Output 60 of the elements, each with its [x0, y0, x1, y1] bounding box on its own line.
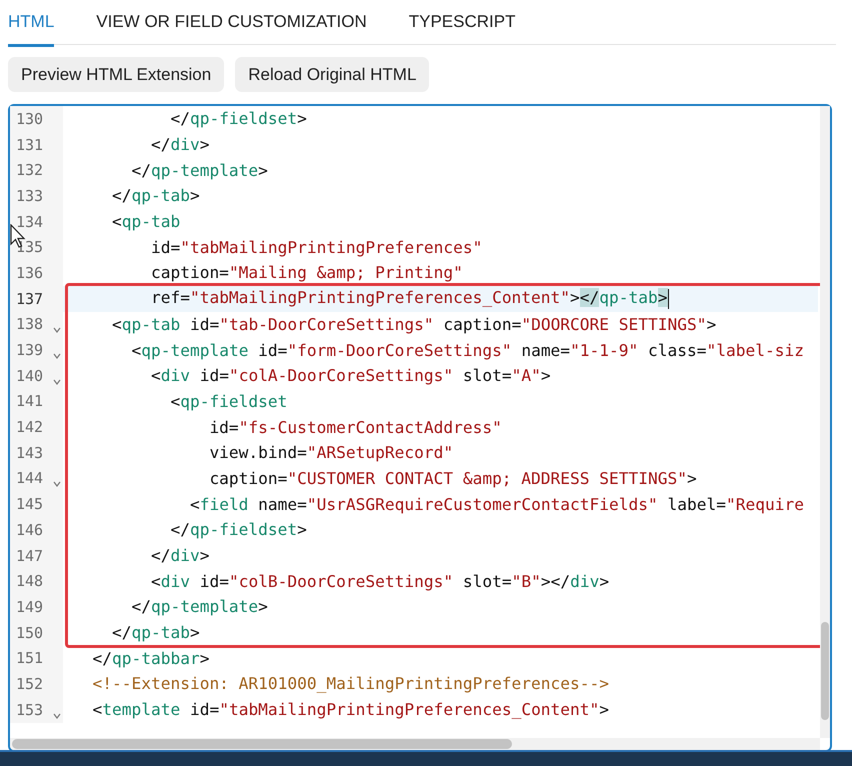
code-line: </div>: [150, 546, 210, 566]
code-line: caption="CUSTOMER CONTACT &amp; ADDRESS SETTINGS">: [208, 468, 697, 488]
line-number: 151: [15, 649, 44, 668]
scrollbar-thumb[interactable]: [12, 739, 512, 749]
code-line: <qp-tab: [110, 212, 180, 232]
code-line: caption="Mailing &amp; Printing": [150, 263, 463, 282]
code-line: <!--Extension: AR101000_MailingPrintingPreferences-->: [91, 674, 610, 694]
chevron-down-icon[interactable]: [53, 352, 61, 359]
chevron-down-icon[interactable]: [53, 378, 61, 385]
toolbar-button[interactable]: Preview HTML Extension: [8, 57, 224, 92]
code-line: <div id="colB-DoorCoreSettings" slot="B"></div>: [150, 572, 610, 591]
code-line: id="tabMailingPrintingPreferences": [150, 238, 482, 257]
code-line: </qp-fieldset>: [169, 109, 307, 128]
code-editor[interactable]: [8, 104, 832, 752]
line-number: 133: [15, 186, 44, 205]
code-line: </qp-tab>: [110, 186, 200, 206]
code-line: </qp-fieldset>: [169, 520, 307, 540]
code-line: </qp-template>: [130, 160, 268, 180]
code-line: <field name="UsrASGRequireCustomerContactFields" label="Require: [188, 494, 804, 514]
line-number: 137: [15, 290, 44, 308]
line-number: 140: [15, 366, 44, 385]
tab[interactable]: TYPESCRIPT: [408, 0, 516, 47]
line-number: 142: [15, 418, 44, 436]
line-number: 132: [15, 161, 44, 180]
toolbar-button[interactable]: Reload Original HTML: [235, 57, 430, 92]
code-line: ref="tabMailingPrintingPreferences_Content"></qp-tab>: [150, 288, 669, 309]
scrollbar-thumb[interactable]: [821, 622, 829, 720]
code-line: <template id="tabMailingPrintingPreferences_Content">: [91, 700, 610, 720]
line-number: 150: [15, 624, 44, 642]
line-number: 148: [15, 572, 44, 590]
line-number: 131: [15, 136, 44, 154]
line-number: 146: [15, 520, 44, 539]
code-line: </qp-tab>: [110, 623, 200, 642]
tab[interactable]: HTML: [8, 0, 54, 47]
line-number: 136: [15, 264, 44, 282]
code-line: </qp-template>: [130, 597, 268, 616]
code-line: id="fs-CustomerContactAddress": [208, 418, 502, 437]
line-number: 147: [15, 546, 44, 565]
line-number: 139: [15, 341, 44, 360]
line-number: 143: [15, 444, 44, 462]
code-line: <qp-template id="form-DoorCoreSettings" name="1-1-9" class="label-siz: [130, 340, 804, 360]
line-number: 149: [15, 598, 44, 616]
code-line: </div>: [150, 135, 210, 154]
line-number: 152: [15, 674, 44, 693]
line-number: 130: [15, 110, 44, 128]
tab[interactable]: VIEW OR FIELD CUSTOMIZATION: [96, 0, 367, 47]
line-number: 138: [15, 315, 44, 334]
line-number: 141: [15, 392, 44, 410]
line-number: 153: [15, 700, 44, 719]
chevron-down-icon[interactable]: [53, 481, 61, 488]
line-number: 145: [15, 495, 44, 514]
code-line: <div id="colA-DoorCoreSettings" slot="A">: [150, 366, 551, 386]
code-line: view.bind="ARSetupRecord": [208, 443, 454, 462]
line-number: 144: [15, 469, 44, 488]
line-number: 134: [15, 212, 44, 231]
code-line: <qp-tab id="tab-DoorCoreSettings" caption="DOORCORE SETTINGS">: [110, 314, 716, 334]
chevron-down-icon[interactable]: [53, 327, 61, 334]
chevron-down-icon[interactable]: [53, 712, 61, 718]
code-line: </qp-tabbar>: [91, 648, 210, 668]
code-line: <qp-fieldset: [169, 392, 288, 411]
